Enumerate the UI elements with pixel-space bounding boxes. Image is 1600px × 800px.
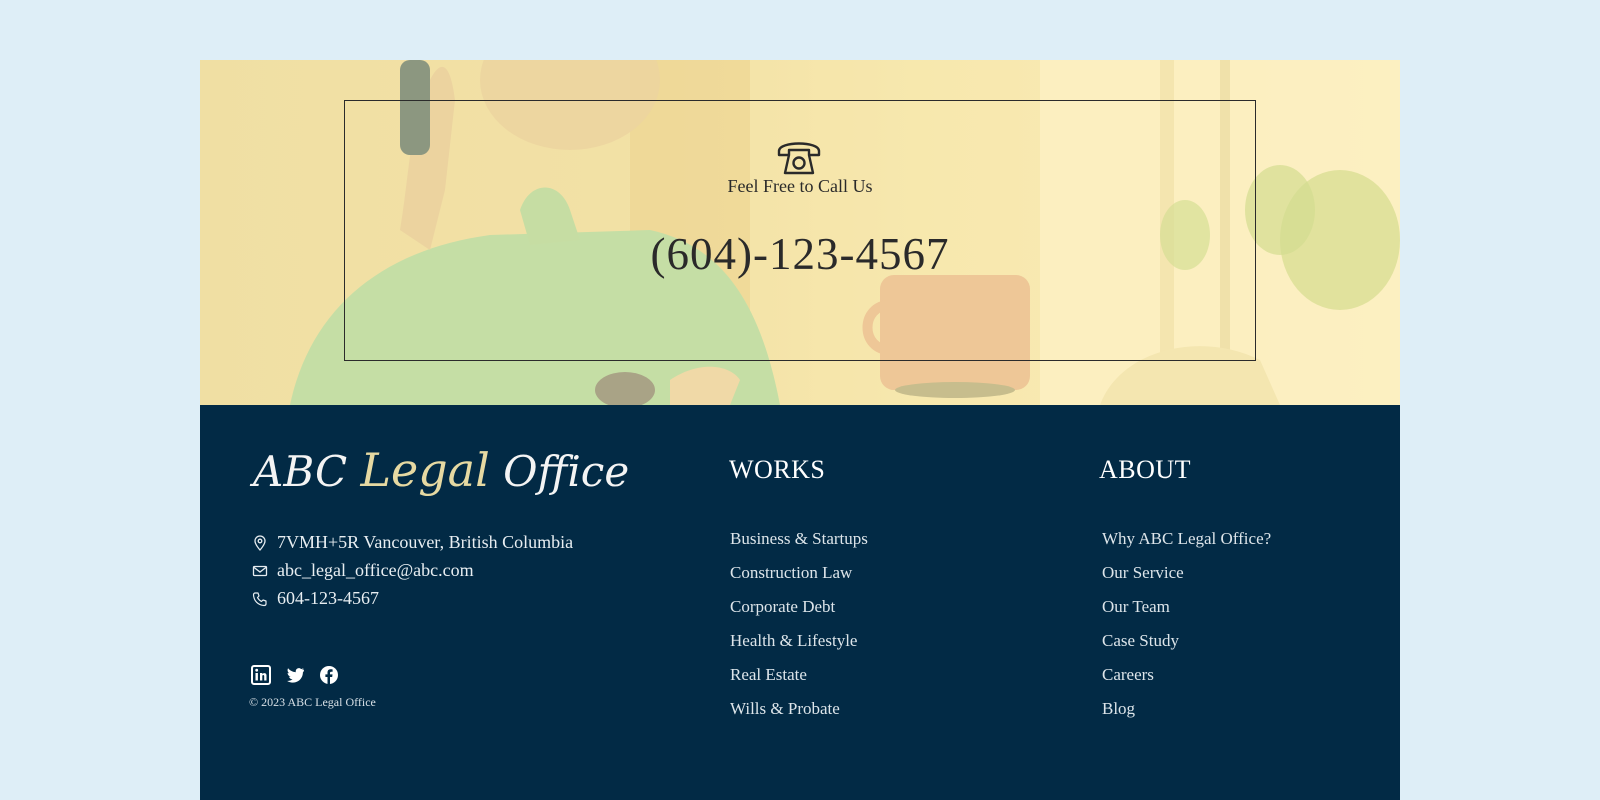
- about-link[interactable]: Why ABC Legal Office?: [1102, 522, 1271, 556]
- about-link[interactable]: Careers: [1102, 658, 1271, 692]
- works-link[interactable]: Real Estate: [730, 658, 868, 692]
- about-link-list: Why ABC Legal Office? Our Service Our Te…: [1102, 522, 1271, 726]
- works-link[interactable]: Construction Law: [730, 556, 868, 590]
- address-text: 7VMH+5R Vancouver, British Columbia: [277, 532, 574, 552]
- page-frame: Feel Free to Call Us (604)-123-4567 ABC …: [200, 60, 1400, 800]
- call-us-banner: Feel Free to Call Us (604)-123-4567: [200, 60, 1400, 405]
- about-link[interactable]: Case Study: [1102, 624, 1271, 658]
- works-link[interactable]: Wills & Probate: [730, 692, 868, 726]
- about-link[interactable]: Our Service: [1102, 556, 1271, 590]
- call-us-phone-number[interactable]: (604)-123-4567: [200, 228, 1400, 280]
- telephone-icon: [777, 142, 821, 175]
- facebook-icon[interactable]: [319, 665, 339, 685]
- phone-icon: [252, 591, 267, 606]
- logo-text-legal: Legal: [360, 443, 490, 497]
- contact-address: 7VMH+5R Vancouver, British Columbia: [252, 532, 573, 553]
- copyright-text: © 2023 ABC Legal Office: [249, 695, 376, 709]
- twitter-icon[interactable]: [285, 665, 305, 685]
- works-link[interactable]: Health & Lifestyle: [730, 624, 868, 658]
- email-link[interactable]: abc_legal_office@abc.com: [277, 560, 474, 581]
- contact-email[interactable]: abc_legal_office@abc.com: [252, 560, 474, 581]
- phone-link[interactable]: 604-123-4567: [277, 588, 379, 609]
- works-heading: WORKS: [729, 455, 826, 484]
- mail-icon: [252, 565, 268, 576]
- social-links: [251, 665, 339, 685]
- site-footer: ABC Legal Office 7VMH+5R Vancouver, Brit…: [200, 405, 1400, 800]
- linkedin-icon[interactable]: [251, 665, 271, 685]
- works-link[interactable]: Corporate Debt: [730, 590, 868, 624]
- call-us-label: Feel Free to Call Us: [727, 176, 873, 196]
- contact-phone[interactable]: 604-123-4567: [252, 588, 379, 609]
- works-link[interactable]: Business & Startups: [730, 522, 868, 556]
- about-link[interactable]: Blog: [1102, 692, 1271, 726]
- logo-text-abc: ABC: [253, 447, 361, 496]
- works-link-list: Business & Startups Construction Law Cor…: [730, 522, 868, 726]
- location-pin-icon: [254, 534, 266, 551]
- logo-text-office: Office: [489, 447, 630, 496]
- footer-logo[interactable]: ABC Legal Office: [253, 443, 629, 497]
- about-link[interactable]: Our Team: [1102, 590, 1271, 624]
- about-heading: ABOUT: [1099, 455, 1192, 484]
